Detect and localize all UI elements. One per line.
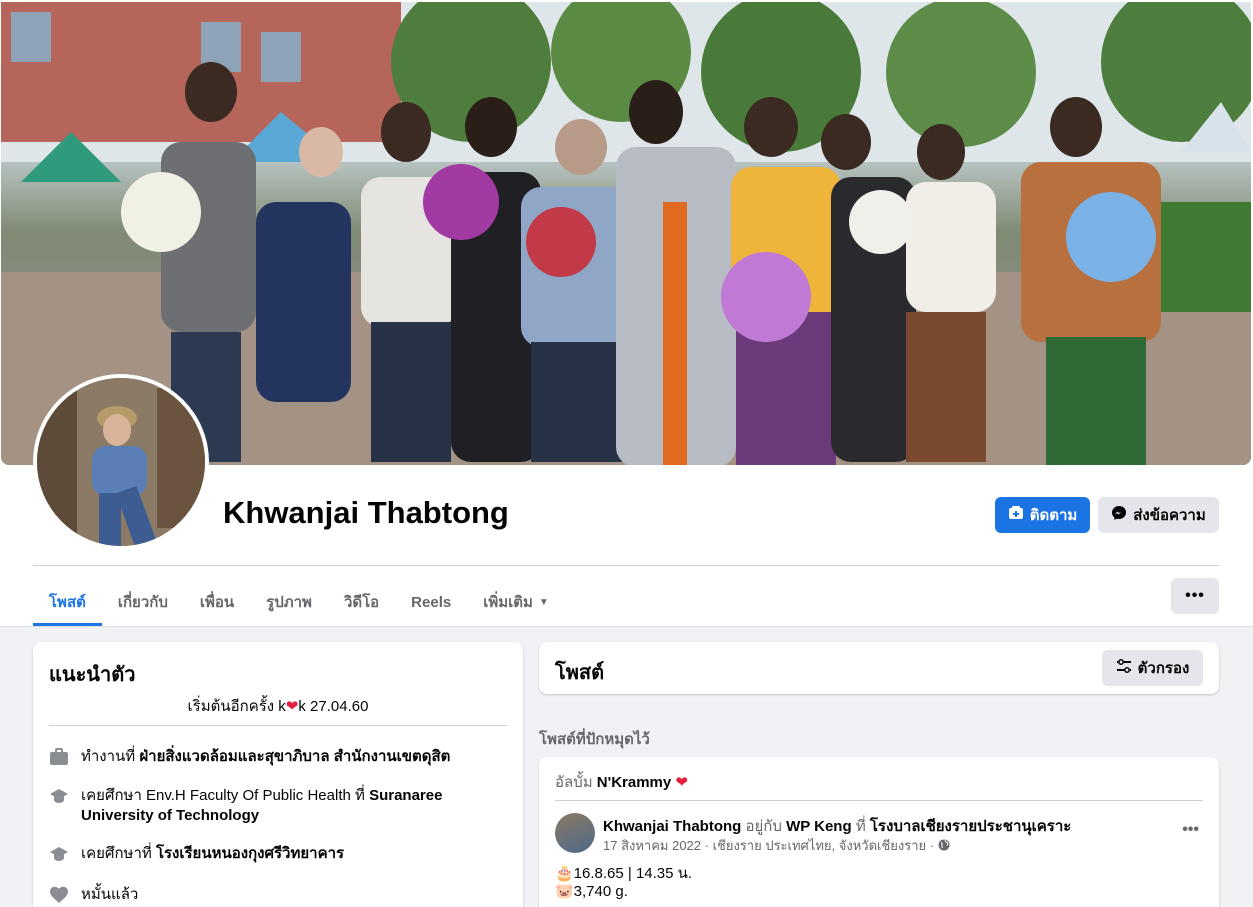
tab-videos[interactable]: วิดีโอ — [328, 578, 395, 626]
work-place-link[interactable]: ฝ่ายสิ่งแวดล้อมและสุขาภิบาล สำนักงานเขตด… — [139, 748, 450, 765]
graduation-cap-icon — [49, 844, 69, 864]
education-text-2: เคยศึกษาที่ โรงเรียนหนองกุงศรีวิทยาคาร — [81, 844, 344, 864]
work-prefix: ทำงานที่ — [81, 748, 136, 765]
graduation-cap-icon — [49, 786, 69, 806]
message-label: ส่งข้อความ — [1133, 507, 1206, 524]
messenger-icon — [1111, 505, 1127, 525]
profile-name: Khwanjai Thabtong — [223, 495, 509, 530]
tab-photos[interactable]: รูปภาพ — [250, 578, 328, 626]
follow-label: ติดตาม — [1029, 507, 1078, 524]
pinned-posts-label: โพสต์ที่ปักหมุดไว้ — [539, 731, 650, 748]
more-options-button[interactable]: ••• — [1171, 578, 1219, 614]
cover-photo[interactable] — [1, 2, 1251, 465]
post-author-avatar[interactable] — [555, 813, 595, 853]
pinned-post-card: อัลบั้ม N'Krammy ❤ Khwanjai Thabtong อยู… — [539, 757, 1219, 907]
bio-suffix: k 27.04.60 — [298, 698, 369, 715]
relationship-text: หมั้นแล้ว — [81, 886, 139, 903]
filter-button[interactable]: ตัวกรอง — [1102, 650, 1203, 686]
intro-card: แนะนำตัว เริ่มต้นอีกครั้ง k❤k 27.04.60 ท… — [33, 642, 523, 907]
post-author-link[interactable]: Khwanjai Thabtong — [603, 818, 741, 835]
tab-friends[interactable]: เพื่อน — [184, 578, 250, 626]
profile-picture[interactable] — [37, 378, 205, 546]
briefcase-icon — [49, 747, 69, 767]
post-text-line-2: 🐷3,740 g. — [555, 883, 628, 900]
post-location-link[interactable]: โรงบาลเชียงรายประชานุเคราะ — [870, 818, 1071, 835]
heart-icon: ❤ — [675, 774, 688, 791]
edu2-prefix: เคยศึกษาที่ — [81, 845, 152, 862]
globe-icon — [938, 838, 950, 853]
filter-label: ตัวกรอง — [1137, 660, 1190, 677]
follow-icon — [1008, 505, 1024, 525]
tab-about[interactable]: เกี่ยวกับ — [102, 578, 184, 626]
album-line: อัลบั้ม N'Krammy ❤ — [555, 770, 688, 794]
with-text: อยู่กับ — [745, 818, 782, 835]
tab-posts[interactable]: โพสต์ — [33, 578, 102, 626]
posts-header-card: โพสต์ ตัวกรอง — [539, 642, 1219, 694]
intro-work-row: ทำงานที่ ฝ่ายสิ่งแวดล้อมและสุขาภิบาล สำน… — [49, 747, 509, 767]
bio-prefix: เริ่มต้นอีกครั้ง k — [187, 698, 286, 715]
intro-relationship-row: หมั้นแล้ว — [49, 885, 509, 905]
tab-more[interactable]: เพิ่มเติม ▼ — [467, 578, 565, 626]
post-meta: 17 สิงหาคม 2022 · เชียงราย ประเทศไทย, จั… — [603, 835, 950, 856]
heart-outline-icon — [49, 885, 69, 905]
message-button[interactable]: ส่งข้อความ — [1098, 497, 1219, 533]
intro-education-row-2: เคยศึกษาที่ โรงเรียนหนองกุงศรีวิทยาคาร — [49, 844, 509, 864]
caret-down-icon: ▼ — [538, 596, 549, 608]
post-meta-text[interactable]: 17 สิงหาคม 2022 · เชียงราย ประเทศไทย, จั… — [603, 838, 934, 853]
post-divider — [555, 800, 1203, 801]
tagged-person-link[interactable]: WP Keng — [786, 818, 852, 835]
post-options-button[interactable]: ••• — [1182, 821, 1199, 839]
posts-title: โพสต์ — [555, 662, 605, 684]
heart-icon: ❤ — [285, 698, 299, 715]
intro-title: แนะนำตัว — [49, 664, 136, 686]
album-link[interactable]: N'Krammy — [597, 774, 671, 791]
album-prefix: อัลบั้ม — [555, 774, 593, 791]
education-text-1: เคยศึกษา Env.H Faculty Of Public Health … — [81, 786, 509, 826]
header-bottom-border — [0, 626, 1253, 627]
work-text: ทำงานที่ ฝ่ายสิ่งแวดล้อมและสุขาภิบาล สำน… — [81, 747, 450, 767]
at-text: ที่ — [855, 818, 866, 835]
tab-reels[interactable]: Reels — [395, 578, 467, 626]
intro-divider — [49, 725, 507, 726]
edu2-place-link[interactable]: โรงเรียนหนองกุงศรีวิทยาคาร — [156, 845, 344, 862]
edu1-prefix: เคยศึกษา Env.H Faculty Of Public Health … — [81, 787, 365, 804]
profile-tabs: โพสต์ เกี่ยวกับ เพื่อน รูปภาพ วิดีโอ Ree… — [33, 578, 565, 626]
filter-icon — [1116, 658, 1132, 678]
tab-more-label: เพิ่มเติม — [483, 594, 533, 611]
header-divider — [33, 565, 1219, 566]
intro-education-row-1: เคยศึกษา Env.H Faculty Of Public Health … — [49, 786, 509, 826]
intro-bio: เริ่มต้นอีกครั้ง k❤k 27.04.60 — [33, 694, 523, 718]
follow-button[interactable]: ติดตาม — [995, 497, 1090, 533]
